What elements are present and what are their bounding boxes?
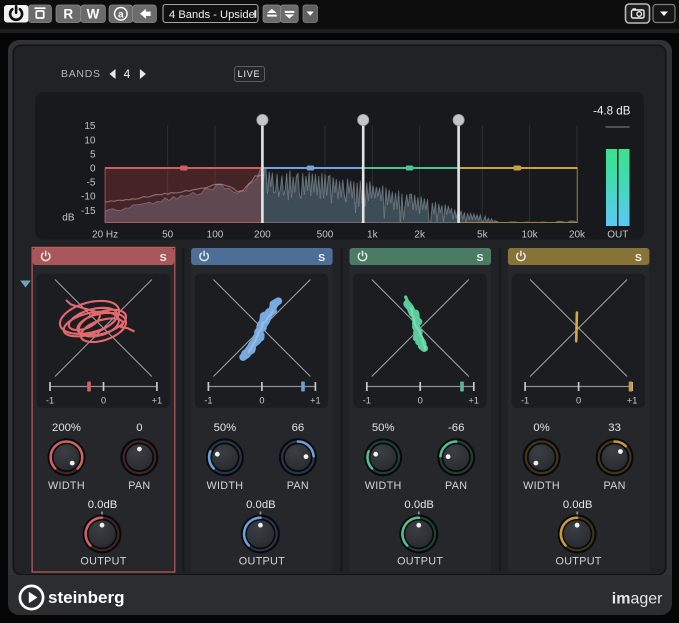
svg-text:PAN: PAN xyxy=(445,480,467,492)
svg-text:0.0dB: 0.0dB xyxy=(88,499,118,511)
svg-text:0.0dB: 0.0dB xyxy=(246,499,276,511)
svg-text:S: S xyxy=(160,252,167,264)
svg-text:a: a xyxy=(118,9,124,20)
svg-text:0.0dB: 0.0dB xyxy=(404,499,434,511)
svg-text:0: 0 xyxy=(259,396,264,406)
svg-text:WIDTH: WIDTH xyxy=(48,480,85,492)
svg-text:66: 66 xyxy=(292,422,305,434)
svg-text:-66: -66 xyxy=(448,422,464,434)
svg-text:4 Bands - Upside D: 4 Bands - Upside D xyxy=(169,9,266,21)
svg-text:10k: 10k xyxy=(521,229,538,240)
svg-text:OUTPUT: OUTPUT xyxy=(80,555,126,567)
svg-text:20 Hz: 20 Hz xyxy=(92,229,118,240)
svg-text:0.0dB: 0.0dB xyxy=(563,499,593,511)
svg-text:-4.8 dB: -4.8 dB xyxy=(593,104,631,117)
svg-text:0: 0 xyxy=(576,396,581,406)
svg-text:WIDTH: WIDTH xyxy=(523,480,560,492)
svg-text:-15: -15 xyxy=(81,205,96,216)
svg-text:100: 100 xyxy=(206,229,223,240)
svg-text:200%: 200% xyxy=(52,422,81,434)
svg-text:PAN: PAN xyxy=(603,480,625,492)
svg-text:-1: -1 xyxy=(363,396,371,406)
svg-text:+1: +1 xyxy=(310,396,320,406)
svg-text:S: S xyxy=(318,252,325,264)
svg-text:10: 10 xyxy=(84,135,96,146)
svg-text:W: W xyxy=(87,6,100,21)
svg-text:PAN: PAN xyxy=(128,480,150,492)
svg-text:+1: +1 xyxy=(469,396,479,406)
svg-text:+1: +1 xyxy=(152,396,162,406)
svg-text:-1: -1 xyxy=(46,396,54,406)
svg-text:33: 33 xyxy=(608,422,621,434)
svg-text:OUTPUT: OUTPUT xyxy=(556,555,602,567)
svg-text:0%: 0% xyxy=(533,422,549,434)
svg-text:0: 0 xyxy=(89,163,95,174)
svg-text:5k: 5k xyxy=(477,229,489,240)
svg-text:PAN: PAN xyxy=(287,480,309,492)
svg-text:50%: 50% xyxy=(214,422,237,434)
svg-text:0: 0 xyxy=(136,422,142,434)
svg-text:-5: -5 xyxy=(86,177,95,188)
svg-text:OUTPUT: OUTPUT xyxy=(397,555,443,567)
svg-text:-10: -10 xyxy=(81,191,96,202)
svg-text:1k: 1k xyxy=(367,229,379,240)
svg-text:20k: 20k xyxy=(568,229,585,240)
svg-text:5: 5 xyxy=(89,149,95,160)
svg-text:0: 0 xyxy=(101,396,106,406)
svg-text:2k: 2k xyxy=(414,229,426,240)
svg-text:200: 200 xyxy=(254,229,271,240)
svg-text:steinberg: steinberg xyxy=(48,588,125,607)
svg-text:OUTPUT: OUTPUT xyxy=(239,555,285,567)
svg-text:S: S xyxy=(476,252,483,264)
svg-text:WIDTH: WIDTH xyxy=(206,480,243,492)
svg-text:OUT: OUT xyxy=(607,229,628,240)
svg-text:15: 15 xyxy=(84,121,96,132)
svg-text:-1: -1 xyxy=(521,396,529,406)
svg-text:50: 50 xyxy=(162,229,174,240)
svg-text:dB: dB xyxy=(62,212,75,223)
svg-text:0: 0 xyxy=(418,396,423,406)
svg-text:WIDTH: WIDTH xyxy=(365,480,402,492)
svg-text:50%: 50% xyxy=(372,422,395,434)
svg-text:imager: imager xyxy=(612,591,663,608)
svg-text:500: 500 xyxy=(316,229,333,240)
svg-text:-1: -1 xyxy=(204,396,212,406)
svg-text:+1: +1 xyxy=(627,396,637,406)
svg-text:S: S xyxy=(635,252,642,264)
svg-text:R: R xyxy=(63,6,73,21)
